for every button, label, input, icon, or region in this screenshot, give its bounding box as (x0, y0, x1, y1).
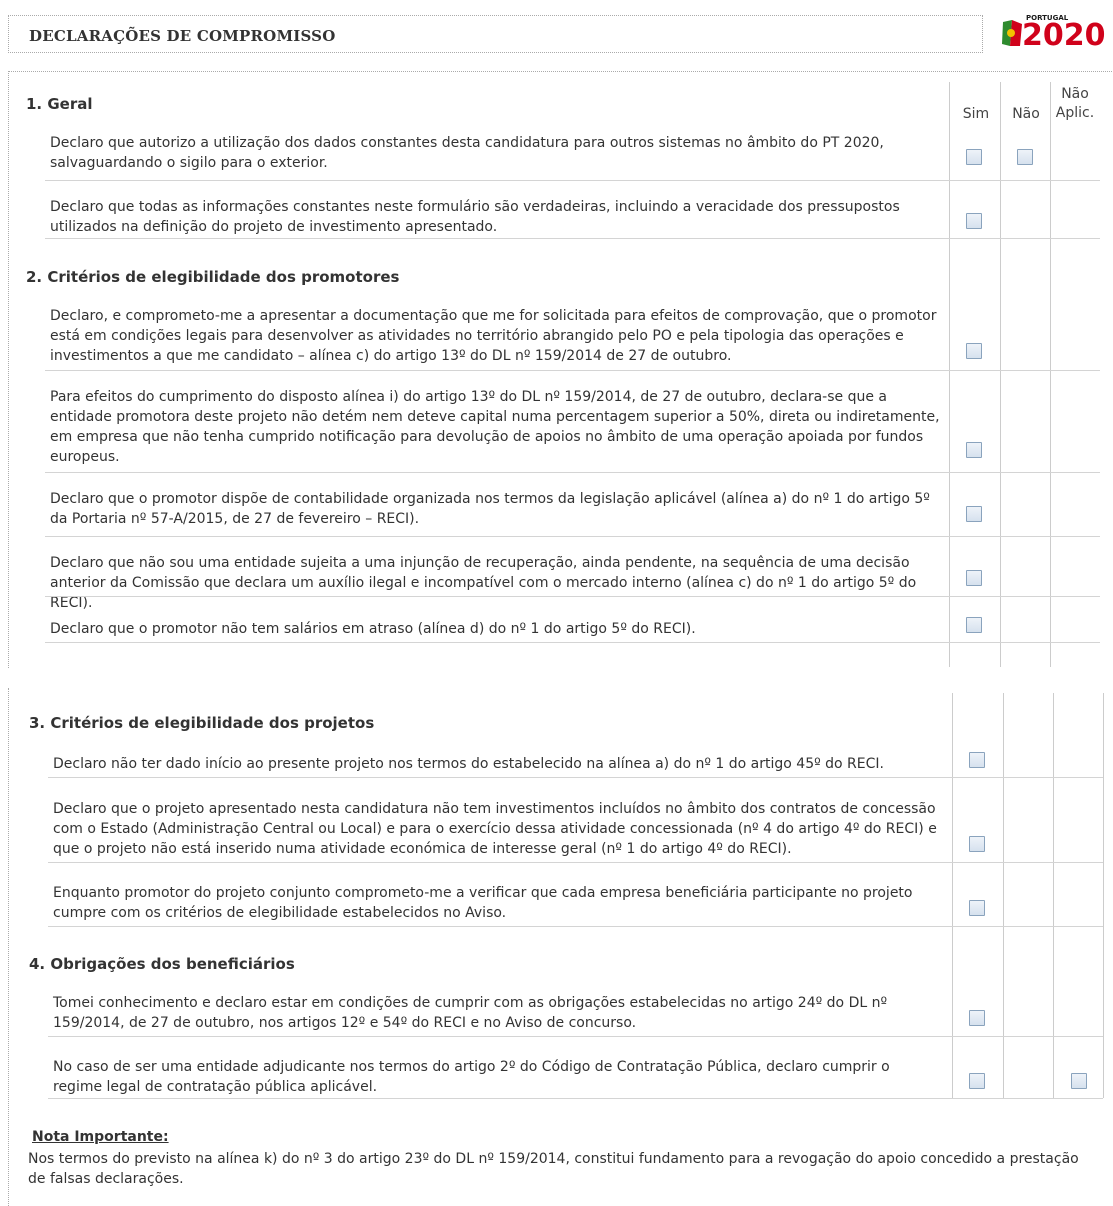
checkbox-sim[interactable] (966, 442, 982, 458)
portugal-2020-logo: PORTUGAL 2020 (1000, 12, 1113, 54)
declaration-text: Declaro que não sou uma entidade sujeita… (50, 555, 917, 611)
column-separator (1003, 693, 1004, 1098)
section-title: 3. Critérios de elegibilidade dos projet… (29, 714, 375, 732)
column-separator (952, 693, 953, 1098)
checkbox-sim[interactable] (969, 1010, 985, 1026)
section-title: 2. Critérios de elegibilidade dos promot… (26, 268, 400, 286)
portugal-flag-icon (1002, 20, 1022, 46)
column-header-nao: Não (1012, 106, 1040, 122)
checkbox-sim[interactable] (969, 752, 985, 768)
checkbox-sim[interactable] (966, 149, 982, 165)
declaration-text: Declaro que o promotor não tem salários … (50, 621, 696, 637)
declaration-text: Declaro não ter dado início ao presente … (53, 756, 884, 772)
note-text: Nos termos do previsto na alínea k) do n… (28, 1151, 1079, 1187)
row-separator (45, 370, 1100, 371)
section-title: 1. Geral (26, 95, 93, 113)
declaration-text: No caso de ser uma entidade adjudicante … (53, 1059, 890, 1095)
row-separator (45, 596, 1100, 597)
page-header: DECLARAÇÕES DE COMPROMISSO (8, 15, 983, 53)
column-separator (1103, 693, 1104, 1098)
column-separator (1000, 82, 1001, 667)
column-separator (949, 82, 950, 667)
row-separator (48, 862, 1103, 863)
column-separator (1050, 82, 1051, 667)
declaration-text: Declaro que o promotor dispõe de contabi… (50, 491, 930, 527)
checkbox-sim[interactable] (966, 617, 982, 633)
declaration-text: Declaro, e comprometo-me a apresentar a … (50, 308, 937, 364)
checkbox-sim[interactable] (969, 900, 985, 916)
declaration-text: Declaro que autorizo a utilização dos da… (50, 135, 884, 171)
section-title: 4. Obrigações dos beneficiários (29, 955, 295, 973)
column-header-nao-aplic: Não Aplic. (1053, 85, 1097, 123)
checkbox-sim[interactable] (966, 213, 982, 229)
checkbox-sim[interactable] (969, 1073, 985, 1089)
logo-year: 2020 (1022, 18, 1106, 53)
row-separator (45, 642, 1100, 643)
row-separator (48, 1036, 1103, 1037)
declaration-text: Declaro que todas as informações constan… (50, 199, 900, 235)
note-title: Nota Importante: (32, 1129, 169, 1145)
column-separator (1053, 693, 1054, 1098)
checkbox-sim[interactable] (966, 570, 982, 586)
checkbox-sim[interactable] (969, 836, 985, 852)
column-header-sim: Sim (962, 106, 990, 122)
page-title: DECLARAÇÕES DE COMPROMISSO (29, 27, 336, 45)
column-header-nao-aplic-line2: Aplic. (1055, 105, 1095, 121)
row-separator (45, 238, 1100, 239)
checkbox-nao-aplic[interactable] (1071, 1073, 1087, 1089)
declaration-text: Tomei conhecimento e declaro estar em co… (53, 995, 888, 1031)
checkbox-nao[interactable] (1017, 149, 1033, 165)
checkbox-sim[interactable] (966, 343, 982, 359)
checkbox-sim[interactable] (966, 506, 982, 522)
row-separator (45, 180, 1100, 181)
row-separator (48, 1098, 1103, 1099)
declaration-text: Enquanto promotor do projeto conjunto co… (53, 885, 913, 921)
row-separator (45, 472, 1100, 473)
row-separator (48, 777, 1103, 778)
declaration-text: Para efeitos do cumprimento do disposto … (50, 389, 940, 465)
row-separator (45, 536, 1100, 537)
column-header-nao-aplic-line1: Não (1061, 86, 1089, 102)
declaration-text: Declaro que o projeto apresentado nesta … (53, 801, 937, 857)
row-separator (48, 926, 1103, 927)
